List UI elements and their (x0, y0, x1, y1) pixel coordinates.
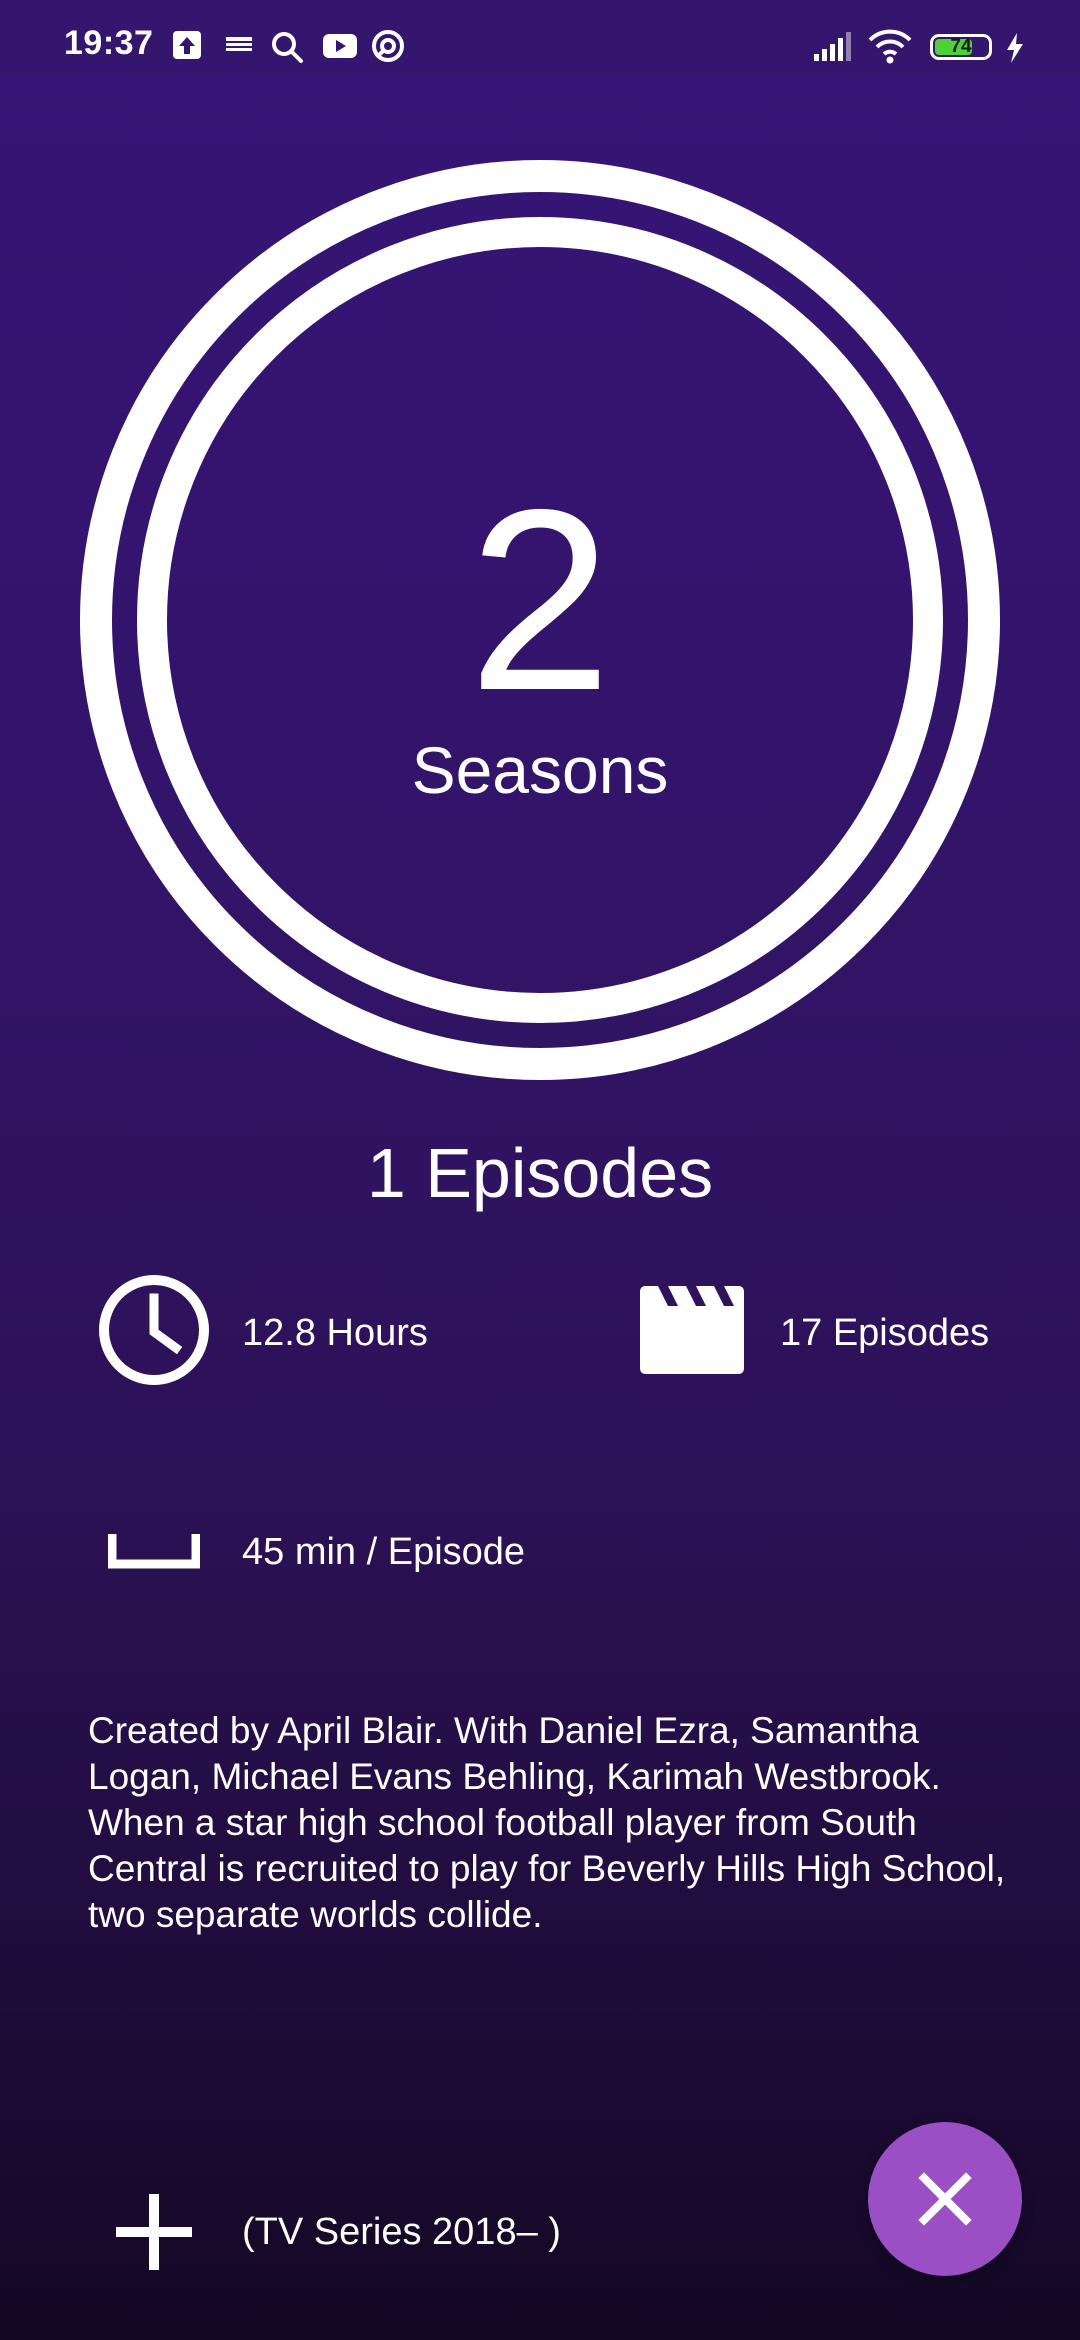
signal-icon (814, 32, 851, 61)
stat-episodes: 17 Episodes (780, 1312, 990, 1354)
status-bar: 19:37 74 (0, 0, 1080, 76)
vpn-icon (372, 30, 404, 62)
runtime-icon (108, 1534, 200, 1569)
news-icon (226, 37, 252, 51)
close-button[interactable] (868, 2122, 1022, 2276)
search-icon (272, 32, 303, 63)
stat-runtime: 45 min / Episode (242, 1531, 526, 1573)
battery-level: 74 (950, 36, 972, 57)
stat-hours: 12.8 Hours (242, 1312, 428, 1354)
battery-icon: 74 (930, 34, 992, 60)
episodes-heading: 1 Episodes (366, 1134, 714, 1212)
close-icon (918, 2172, 972, 2226)
wifi-icon (868, 29, 912, 64)
status-time: 19:37 (64, 24, 154, 62)
charging-icon (1007, 33, 1023, 63)
series-info: (TV Series 2018– ) (242, 2211, 561, 2253)
clapperboard-icon (640, 1286, 744, 1374)
season-count: 2 (468, 455, 612, 744)
upload-icon (173, 31, 201, 59)
series-description: Created by April Blair. With Daniel Ezra… (88, 1710, 1006, 1935)
season-label: Seasons (411, 733, 669, 807)
youtube-icon (323, 34, 357, 58)
add-icon[interactable] (114, 2192, 194, 2272)
clock-icon (99, 1275, 209, 1385)
